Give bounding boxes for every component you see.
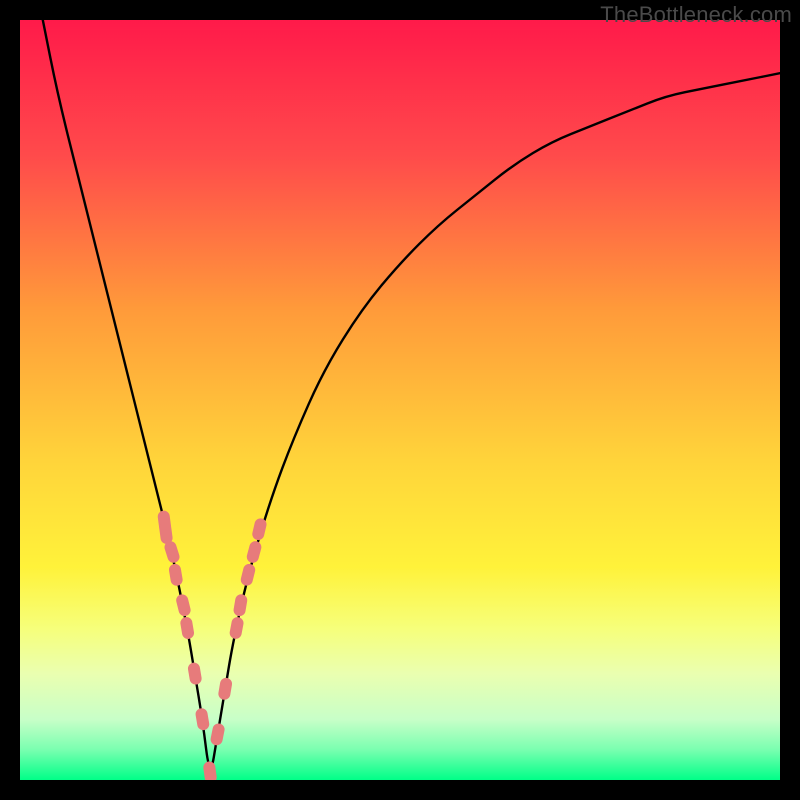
curve-layer xyxy=(20,20,780,780)
marker-pill xyxy=(168,563,183,587)
marker-group xyxy=(157,510,268,780)
marker-pill xyxy=(203,761,218,780)
marker-pill xyxy=(240,563,257,587)
marker-pill xyxy=(187,662,202,686)
watermark-text: TheBottleneck.com xyxy=(600,2,792,28)
marker-pill xyxy=(159,521,174,544)
marker-pill xyxy=(233,593,248,617)
outer-frame: TheBottleneck.com xyxy=(0,0,800,800)
marker-pill xyxy=(245,540,262,564)
marker-pill xyxy=(175,593,192,617)
marker-pill xyxy=(210,722,226,746)
bottleneck-curve xyxy=(43,20,780,767)
marker-pill xyxy=(229,616,245,640)
marker-pill xyxy=(195,707,210,731)
marker-pill xyxy=(251,517,268,541)
marker-pill xyxy=(179,616,194,640)
plot-area xyxy=(20,20,780,780)
marker-pill xyxy=(217,677,232,701)
